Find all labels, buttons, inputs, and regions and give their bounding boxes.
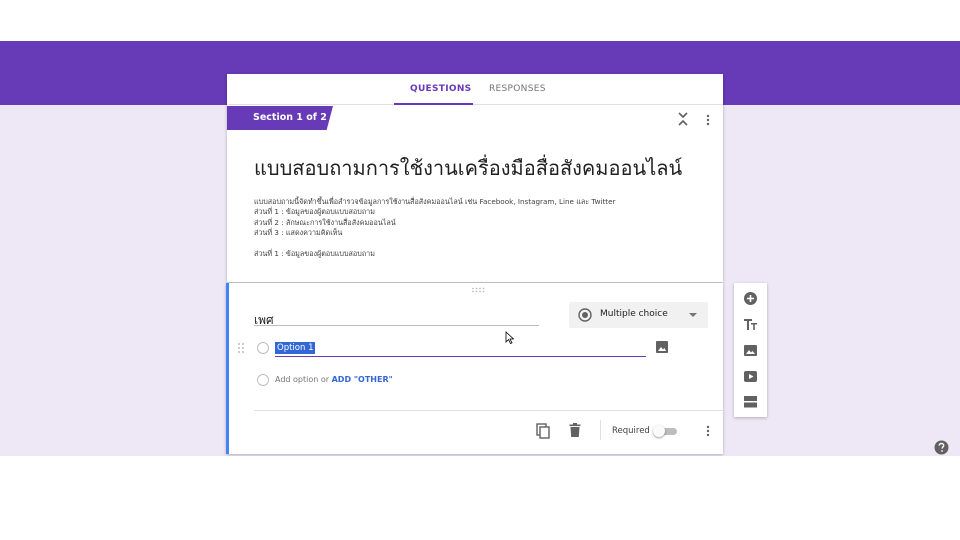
tab-questions[interactable]: QUESTIONS <box>410 84 471 94</box>
add-option-link[interactable]: Add option <box>275 375 318 384</box>
collapse-icon[interactable] <box>677 112 689 126</box>
form-description-line: ส่วนที่ 3 : แสดงความคิดเห็น <box>254 228 343 238</box>
form-description[interactable]: แบบสอบถามนี้จัดทำขึ้นเพื่อสำรวจข้อมูลการ… <box>254 197 616 259</box>
form-description-line: ส่วนที่ 2 : ลักษณะการใช้งานสื่อสังคมออนไ… <box>254 217 396 227</box>
image-icon[interactable] <box>655 340 669 354</box>
form-description-line: ส่วนที่ 1 : ข้อมูลของผู้ตอบแบบสอบถาม <box>254 207 375 217</box>
drag-handle-icon[interactable] <box>471 287 485 293</box>
radio-button-icon <box>578 308 592 322</box>
side-toolbar <box>734 283 767 417</box>
option-radio-icon <box>257 342 269 354</box>
option-1-input[interactable]: Option 1 <box>275 342 316 354</box>
help-icon[interactable] <box>934 440 949 455</box>
add-title-icon[interactable] <box>743 317 758 332</box>
question-title[interactable]: เพศ <box>254 311 274 330</box>
add-image-icon[interactable] <box>743 343 758 358</box>
or-text: or <box>320 375 330 384</box>
add-section-icon[interactable] <box>743 394 758 409</box>
add-option-radio-icon <box>257 374 269 386</box>
tab-responses[interactable]: RESPONSES <box>489 84 546 94</box>
question-type-dropdown[interactable]: Multiple choice <box>569 302 708 328</box>
section-tag: Section 1 of 2 <box>227 106 333 130</box>
form-title[interactable]: แบบสอบถามการใช้งานเครื่องมือสื่อสังคมออน… <box>254 152 682 184</box>
option-1-underline <box>275 356 646 357</box>
required-label: Required <box>612 426 650 436</box>
delete-icon[interactable] <box>569 423 581 437</box>
chevron-down-icon <box>689 313 697 317</box>
duplicate-icon[interactable] <box>536 423 550 439</box>
form-editor-background: QUESTIONS RESPONSES Section 1 of 2 แบบสอ… <box>0 41 960 456</box>
required-toggle[interactable] <box>653 425 677 437</box>
add-question-icon[interactable] <box>743 291 758 306</box>
add-option-row: Add option or ADD "OTHER" <box>275 375 393 384</box>
form-title-card: QUESTIONS RESPONSES Section 1 of 2 แบบสอ… <box>227 74 723 282</box>
add-other-link[interactable]: ADD "OTHER" <box>332 375 393 384</box>
question-card[interactable]: เพศ Multiple choice Option 1 Add option … <box>226 283 723 454</box>
form-description-line: แบบสอบถามนี้จัดทำขึ้นเพื่อสำรวจข้อมูลการ… <box>254 197 616 206</box>
question-type-label: Multiple choice <box>600 309 668 319</box>
editor-tabs: QUESTIONS RESPONSES <box>227 74 723 105</box>
section-more-icon[interactable] <box>704 114 712 126</box>
toggle-knob <box>653 425 665 437</box>
question-footer-divider <box>254 410 723 411</box>
form-description-line: ส่วนที่ 1 : ข้อมูลของผู้ตอบแบบสอบถาม <box>254 249 375 259</box>
form-description-line <box>254 239 616 249</box>
mouse-cursor-icon <box>505 331 514 344</box>
question-title-underline <box>254 325 539 326</box>
tab-indicator <box>394 103 473 105</box>
add-video-icon[interactable] <box>743 369 758 384</box>
footer-separator <box>600 420 601 440</box>
option-drag-icon[interactable] <box>237 342 245 354</box>
question-more-icon[interactable] <box>705 425 711 437</box>
